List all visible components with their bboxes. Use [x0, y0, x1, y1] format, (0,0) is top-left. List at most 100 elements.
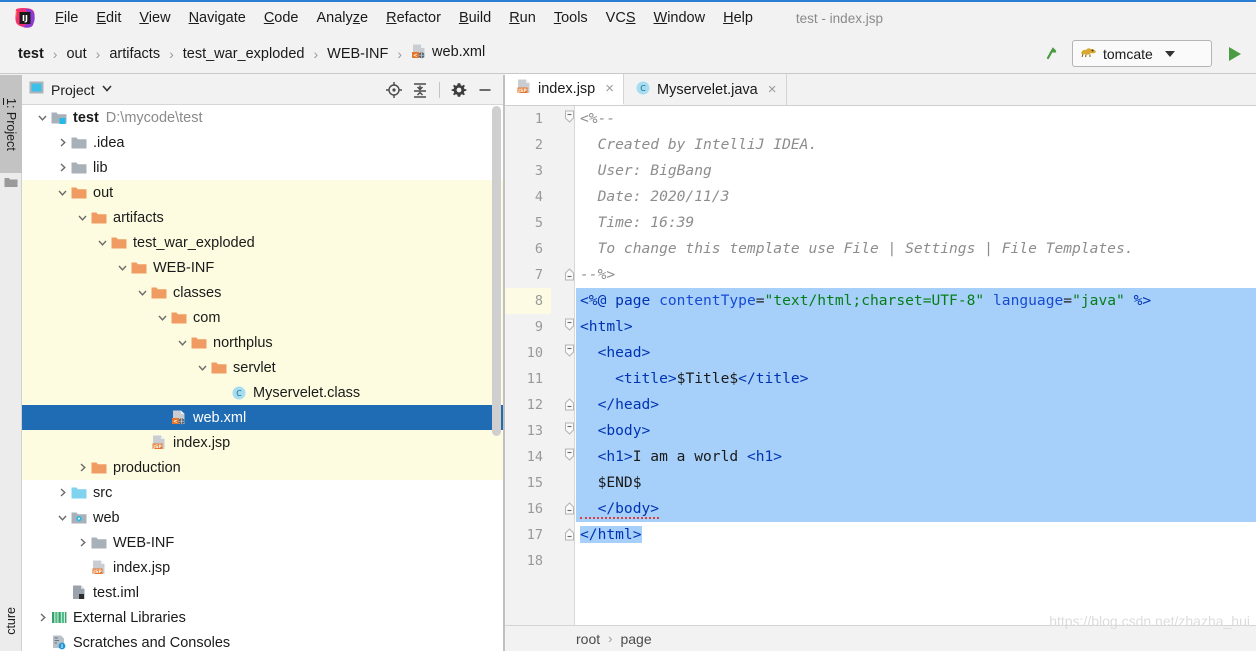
chevron-right-icon[interactable] [74, 460, 90, 476]
tree-row[interactable]: test D:\mycode\test [22, 105, 503, 130]
code-line[interactable]: --%> [576, 262, 1256, 288]
code-line[interactable]: <%-- [576, 106, 1256, 132]
breadcrumb-item-test-war-exploded[interactable]: test_war_exploded [183, 46, 305, 62]
menu-item-vcs[interactable]: VCS [597, 7, 645, 29]
run-configuration-selector[interactable]: tomcate [1072, 40, 1212, 67]
fold-end-icon[interactable] [563, 392, 577, 418]
chevron-down-icon[interactable] [34, 110, 50, 126]
menu-item-build[interactable]: Build [450, 7, 500, 29]
menu-item-file[interactable]: File [46, 7, 87, 29]
project-scrollbar-thumb[interactable] [492, 106, 501, 436]
breadcrumb-item-artifacts[interactable]: artifacts [109, 46, 160, 62]
menu-item-code[interactable]: Code [255, 7, 308, 29]
run-play-icon[interactable] [1220, 40, 1248, 68]
menu-item-refactor[interactable]: Refactor [377, 7, 450, 29]
menu-item-analyze[interactable]: Analyze [308, 7, 378, 29]
project-tree[interactable]: test D:\mycode\test .idea lib out artifacts te… [22, 105, 503, 651]
code-line[interactable]: </head> [576, 392, 1256, 418]
code-line[interactable] [576, 548, 1256, 574]
chevron-down-icon[interactable] [74, 210, 90, 226]
chevron-right-icon[interactable] [54, 135, 70, 151]
code-line[interactable]: <body> [576, 418, 1256, 444]
code-line[interactable]: Date: 2020/11/3 [576, 184, 1256, 210]
chevron-down-icon[interactable] [94, 235, 110, 251]
tree-row[interactable]: lib [22, 155, 503, 180]
close-icon[interactable]: × [768, 81, 777, 98]
code-line[interactable]: <title>$Title$</title> [576, 366, 1256, 392]
editor-breadcrumb-item[interactable]: root [576, 631, 600, 647]
code-content[interactable]: <%-- Created by IntelliJ IDEA. User: Big… [576, 106, 1256, 625]
tree-row[interactable]: JSP index.jsp [22, 430, 503, 455]
chevron-down-icon[interactable] [114, 260, 130, 276]
editor-scrollbar[interactable] [1244, 106, 1256, 625]
locate-icon[interactable] [382, 78, 406, 102]
breadcrumb-item-test[interactable]: test [18, 46, 44, 62]
tree-row[interactable]: out [22, 180, 503, 205]
code-line[interactable]: <head> [576, 340, 1256, 366]
breadcrumb-item-web-inf[interactable]: WEB-INF [327, 46, 388, 62]
tree-row[interactable]: < web.xml [22, 405, 503, 430]
code-line[interactable]: <h1>I am a world <h1> [576, 444, 1256, 470]
tree-row[interactable]: i Scratches and Consoles [22, 630, 503, 651]
menu-item-edit[interactable]: Edit [87, 7, 130, 29]
code-line[interactable]: </body> [576, 496, 1256, 522]
fold-expanded-icon[interactable] [563, 444, 577, 470]
tree-row[interactable]: JSP index.jsp [22, 555, 503, 580]
settings-gear-icon[interactable] [447, 78, 471, 102]
tree-row[interactable]: artifacts [22, 205, 503, 230]
chevron-right-icon[interactable] [74, 535, 90, 551]
tool-window-button-structure[interactable]: cture [0, 591, 22, 651]
chevron-down-icon[interactable] [194, 360, 210, 376]
chevron-down-icon[interactable] [134, 285, 150, 301]
tree-row[interactable]: com [22, 305, 503, 330]
code-line[interactable]: User: BigBang [576, 158, 1256, 184]
fold-expanded-icon[interactable] [563, 314, 577, 340]
editor-breadcrumb-item[interactable]: page [620, 631, 651, 647]
menu-item-tools[interactable]: Tools [545, 7, 597, 29]
code-line[interactable]: Time: 16:39 [576, 210, 1256, 236]
menu-item-navigate[interactable]: Navigate [180, 7, 255, 29]
code-line[interactable]: $END$ [576, 470, 1256, 496]
chevron-down-icon[interactable] [101, 81, 113, 99]
tree-row[interactable]: WEB-INF [22, 255, 503, 280]
tree-row[interactable]: servlet [22, 355, 503, 380]
menu-item-help[interactable]: Help [714, 7, 762, 29]
breadcrumb-item-web-xml[interactable]: < web.xml [411, 44, 485, 63]
tree-row[interactable]: External Libraries [22, 605, 503, 630]
menu-item-run[interactable]: Run [500, 7, 545, 29]
tree-row[interactable]: test_war_exploded [22, 230, 503, 255]
tree-row[interactable]: .idea [22, 130, 503, 155]
chevron-down-icon[interactable] [54, 185, 70, 201]
code-line[interactable]: </html> [576, 522, 1256, 548]
tree-row[interactable]: src [22, 480, 503, 505]
editor-gutter[interactable]: 1 2 3 4 5 6 7 8 9 10 11 12 13 14 15 16 17 18 [505, 106, 575, 625]
tree-row[interactable]: northplus [22, 330, 503, 355]
arrow-up-icon[interactable] [1040, 41, 1066, 67]
fold-expanded-icon[interactable] [563, 418, 577, 444]
fold-end-icon[interactable] [563, 262, 577, 288]
chevron-right-icon[interactable] [54, 160, 70, 176]
editor-tab-index-jsp[interactable]: JSP index.jsp × [505, 74, 624, 105]
hide-minimize-icon[interactable] [473, 78, 497, 102]
tree-row[interactable]: WEB-INF [22, 530, 503, 555]
chevron-down-icon[interactable] [1164, 50, 1175, 57]
tree-row[interactable]: test.iml [22, 580, 503, 605]
fold-end-icon[interactable] [563, 522, 577, 548]
fold-expanded-icon[interactable] [563, 340, 577, 366]
breadcrumb-item-out[interactable]: out [66, 46, 86, 62]
editor-tab-myservelet-java[interactable]: C Myservelet.java × [624, 74, 787, 105]
chevron-right-icon[interactable] [54, 485, 70, 501]
code-line[interactable]: <html> [576, 314, 1256, 340]
collapse-all-icon[interactable] [408, 78, 432, 102]
tree-row[interactable]: production [22, 455, 503, 480]
chevron-down-icon[interactable] [174, 335, 190, 351]
fold-end-icon[interactable] [563, 496, 577, 522]
fold-marker-column[interactable] [563, 106, 577, 574]
folder-icon[interactable] [4, 175, 18, 193]
tree-row[interactable]: C Myservelet.class [22, 380, 503, 405]
project-scrollbar[interactable] [491, 106, 502, 651]
chevron-down-icon[interactable] [154, 310, 170, 326]
code-line[interactable]: To change this template use File | Setti… [576, 236, 1256, 262]
code-line[interactable]: Created by IntelliJ IDEA. [576, 132, 1256, 158]
code-line[interactable]: <%@ page contentType="text/html;charset=… [576, 288, 1256, 314]
